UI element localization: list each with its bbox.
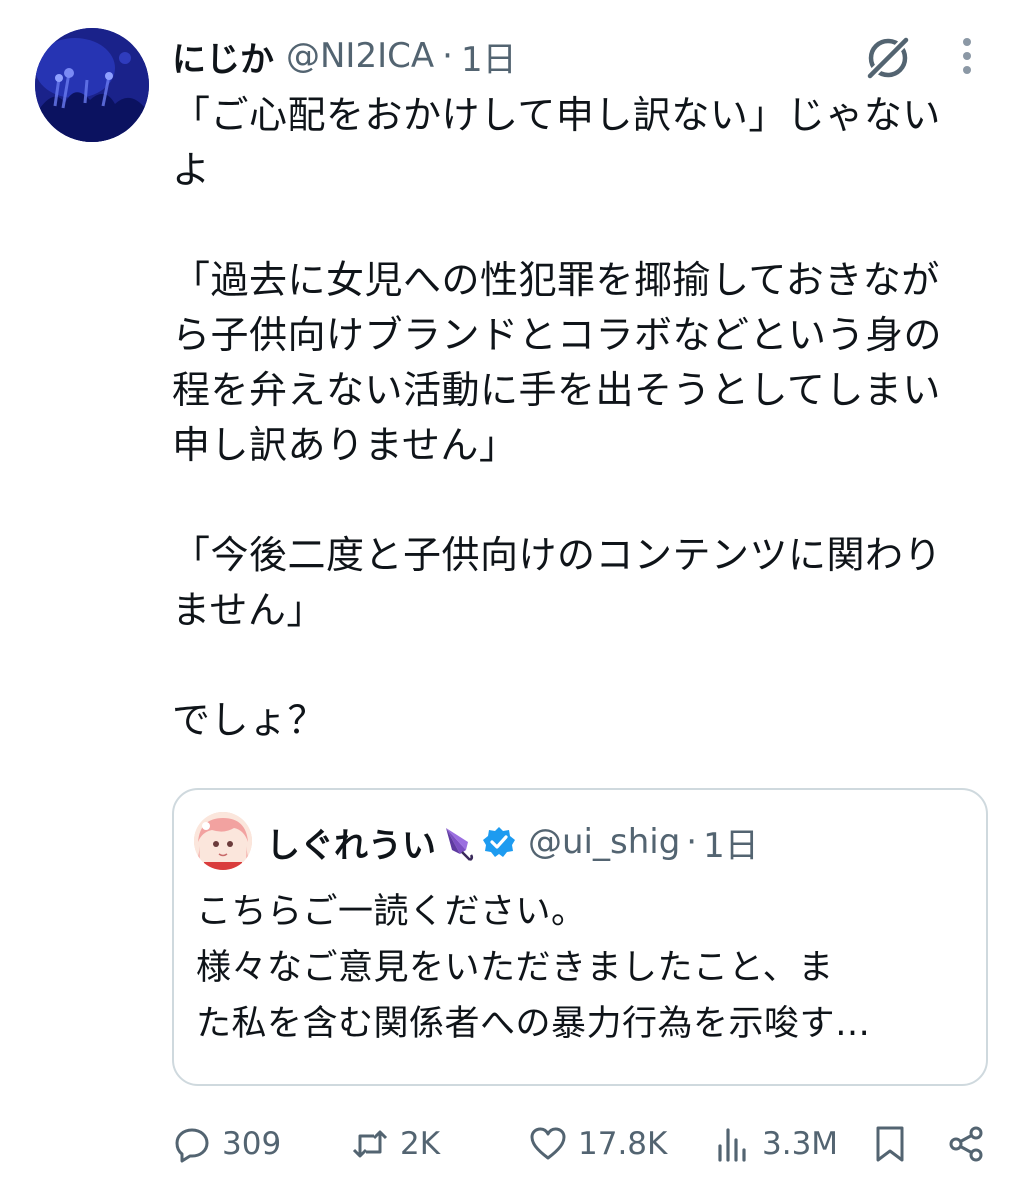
heart-icon xyxy=(530,1127,566,1160)
quoted-author-display-name[interactable]: しぐれうい xyxy=(266,818,436,867)
tweet-header: にじか @NI2ICA · 1日 xyxy=(172,30,517,82)
tweet-timestamp[interactable]: 1日 xyxy=(461,32,517,81)
author-avatar[interactable] xyxy=(35,28,149,142)
bookmark-button[interactable] xyxy=(870,1114,910,1174)
retweet-count: 2K xyxy=(400,1126,441,1162)
separator-dot: · xyxy=(442,36,453,76)
grok-icon[interactable] xyxy=(862,32,914,84)
reply-icon xyxy=(175,1128,209,1163)
views-count: 3.3M xyxy=(762,1126,839,1162)
views-icon xyxy=(718,1128,746,1162)
views-button[interactable]: 3.3M xyxy=(712,1114,838,1174)
umbrella-icon xyxy=(440,822,474,862)
more-options-icon[interactable] xyxy=(952,34,982,78)
quoted-tweet-card[interactable]: しぐれうい @ui_shig · 1日 こちらご一読ください。 様々なご意見をい… xyxy=(172,788,988,1086)
quoted-author-avatar[interactable] xyxy=(194,812,252,870)
retweet-icon xyxy=(352,1130,388,1158)
like-count: 17.8K xyxy=(578,1126,668,1162)
tweet-action-bar: 309 2K 17.8K 3.3M xyxy=(172,1114,992,1174)
like-button[interactable]: 17.8K xyxy=(528,1114,667,1174)
verified-badge-icon xyxy=(482,825,516,859)
tweet-body: 「ご心配をおかけして申し訳ない」じゃない よ 「過去に女児への性犯罪を揶揄してお… xyxy=(172,93,943,742)
reply-button[interactable]: 309 xyxy=(172,1114,281,1174)
quoted-author-handle[interactable]: @ui_shig xyxy=(528,822,680,862)
author-handle[interactable]: @NI2ICA xyxy=(286,36,434,76)
quoted-timestamp[interactable]: 1日 xyxy=(703,818,759,867)
author-display-name[interactable]: にじか xyxy=(172,32,274,81)
quoted-tweet-header: しぐれうい @ui_shig · 1日 xyxy=(266,814,759,870)
reply-count: 309 xyxy=(222,1126,282,1162)
retweet-button[interactable]: 2K xyxy=(350,1114,440,1174)
share-icon xyxy=(949,1126,983,1162)
share-button[interactable] xyxy=(946,1114,986,1174)
quoted-separator-dot: · xyxy=(686,822,698,862)
bookmark-icon xyxy=(876,1126,904,1162)
quoted-tweet-body: こちらご一読ください。 様々なご意見をいただきましたこと、ま た私を含む関係者へ… xyxy=(196,892,871,1044)
